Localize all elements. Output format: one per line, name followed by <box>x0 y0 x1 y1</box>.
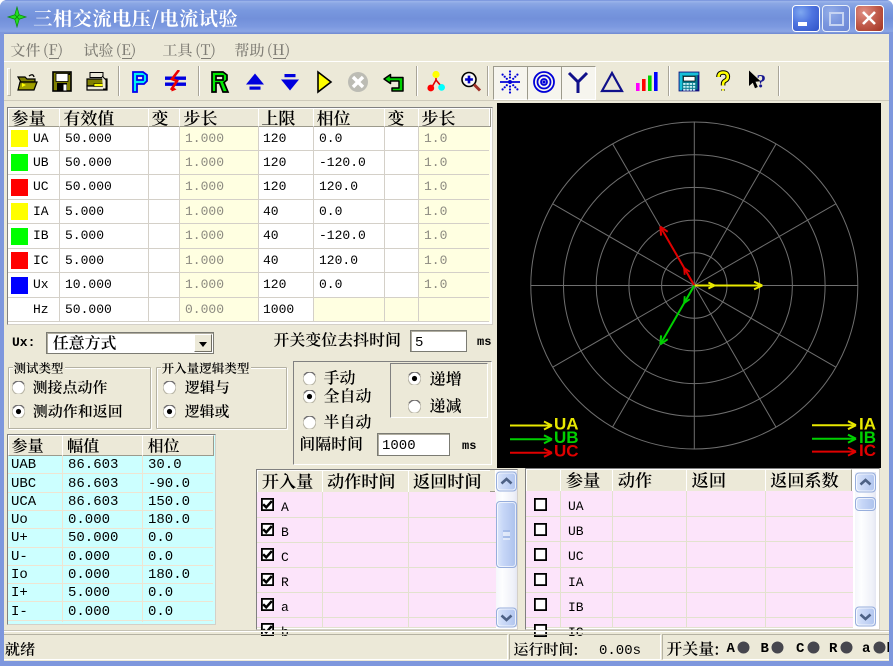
svg-text:UC: UC <box>554 442 579 461</box>
svg-text:?: ? <box>757 72 767 93</box>
svg-text:IC: IC <box>859 441 876 460</box>
